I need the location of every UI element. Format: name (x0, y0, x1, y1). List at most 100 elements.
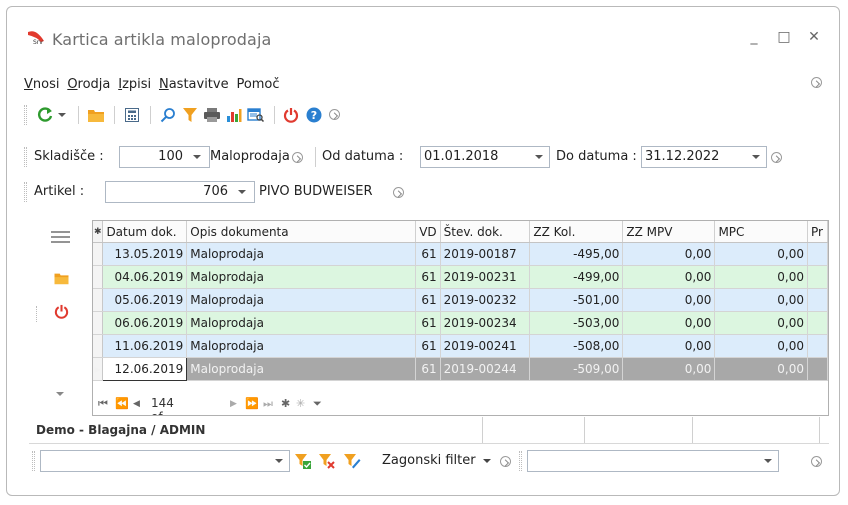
cell-doc-number[interactable]: 2019-00187 (440, 242, 531, 266)
cell-pr[interactable] (807, 334, 828, 358)
prev-record-button[interactable]: ◀ (133, 399, 140, 409)
cell-description[interactable]: Maloprodaja (186, 288, 417, 312)
maximize-button[interactable]: □ (776, 29, 792, 45)
menu-izpisi[interactable]: Izpisi (118, 77, 151, 92)
table-row-selected[interactable]: ▶ 12.06.2019 Maloprodaja 61 2019-00244 -… (93, 357, 828, 381)
row-indicator[interactable] (93, 311, 104, 335)
cell-description[interactable]: Maloprodaja (186, 242, 417, 266)
warehouse-lookup-icon[interactable] (292, 152, 303, 163)
minimize-button[interactable]: _ (746, 29, 762, 45)
cell-vd[interactable]: 61 (415, 334, 441, 358)
row-indicator[interactable] (93, 242, 104, 266)
cell-mpc[interactable]: 0,00 (714, 311, 808, 335)
cell-pr[interactable] (807, 242, 828, 266)
column-header-zz-mpv[interactable]: ZZ MPV (622, 221, 716, 243)
cell-zz-kol[interactable]: -503,00 (529, 311, 624, 335)
cell-pr[interactable] (807, 311, 828, 335)
column-header-description[interactable]: Opis dokumenta (186, 221, 417, 243)
cell-description[interactable]: Maloprodaja (186, 311, 417, 335)
cell-pr[interactable] (807, 357, 828, 381)
cell-date[interactable]: 04.06.2019 (102, 265, 188, 289)
column-header-zz-kol[interactable]: ZZ Kol. (529, 221, 624, 243)
cell-vd[interactable]: 61 (415, 357, 441, 381)
cell-zz-mpv[interactable]: 0,00 (622, 265, 716, 289)
cell-date[interactable]: 13.05.2019 (102, 242, 188, 266)
last-record-button[interactable]: ⏭ (263, 397, 273, 411)
table-row[interactable]: 04.06.2019 Maloprodaja 61 2019-00231 -49… (93, 265, 828, 289)
power-icon[interactable] (54, 304, 69, 319)
cell-zz-kol[interactable]: -508,00 (529, 334, 624, 358)
filter-icon[interactable]: ⏷ (313, 397, 322, 411)
cell-mpc[interactable]: 0,00 (714, 288, 808, 312)
column-header-date[interactable]: Datum dok. (102, 221, 188, 243)
edit-filter-icon[interactable] (343, 453, 361, 469)
cell-date[interactable]: 05.06.2019 (102, 288, 188, 312)
date-to-picker[interactable]: 31.12.2022 (641, 146, 767, 168)
exit-button[interactable] (280, 104, 302, 126)
cell-pr[interactable] (807, 288, 828, 312)
cell-mpc[interactable]: 0,00 (714, 357, 808, 381)
search-button[interactable] (157, 104, 179, 126)
warehouse-select[interactable]: 100 (119, 146, 210, 168)
side-panel-dropdown-icon[interactable] (56, 392, 64, 396)
calculator-button[interactable] (121, 104, 143, 126)
menu-expand-icon[interactable] (811, 77, 822, 88)
row-indicator[interactable] (93, 288, 104, 312)
cell-description[interactable]: Maloprodaja (186, 334, 417, 358)
cell-vd[interactable]: 61 (415, 288, 441, 312)
append-record-button[interactable]: ✱ (281, 397, 290, 410)
secondary-select[interactable] (527, 450, 779, 472)
column-header-doc-number[interactable]: Štev. dok. (440, 221, 531, 243)
filter-expand-icon[interactable] (500, 456, 511, 467)
cell-description[interactable]: Maloprodaja (186, 357, 417, 381)
cell-pr[interactable] (807, 265, 828, 289)
cell-mpc[interactable]: 0,00 (714, 265, 808, 289)
chevron-down-icon[interactable] (483, 459, 491, 463)
hamburger-menu-icon[interactable] (51, 230, 71, 244)
menu-pomoc[interactable]: Pomoč (236, 77, 279, 92)
clear-filter-icon[interactable] (318, 453, 336, 469)
refresh-dropdown[interactable] (57, 104, 67, 126)
open-button[interactable] (85, 104, 107, 126)
grid-corner-asterisk[interactable]: ✱ (93, 221, 104, 243)
cell-vd[interactable]: 61 (415, 265, 441, 289)
menu-nastavitve[interactable]: Nastavitve (159, 77, 229, 92)
column-header-vd[interactable]: VD (415, 221, 441, 243)
cell-zz-mpv[interactable]: 0,00 (622, 242, 716, 266)
cell-doc-number[interactable]: 2019-00232 (440, 288, 531, 312)
close-button[interactable]: ✕ (806, 29, 822, 45)
table-row[interactable]: 06.06.2019 Maloprodaja 61 2019-00234 -50… (93, 311, 828, 335)
prev-page-button[interactable]: ⏪ (115, 397, 129, 410)
cell-description[interactable]: Maloprodaja (186, 265, 417, 289)
toolbar-expand-icon[interactable] (329, 109, 340, 120)
cell-date[interactable]: 12.06.2019 (102, 357, 188, 381)
edit-record-button[interactable]: ✳ (296, 397, 305, 410)
refresh-button[interactable] (34, 104, 56, 126)
table-row[interactable]: 05.06.2019 Maloprodaja 61 2019-00232 -50… (93, 288, 828, 312)
row-indicator-current[interactable]: ▶ (93, 357, 104, 381)
filter-button[interactable] (179, 104, 201, 126)
article-select[interactable]: 706 (105, 181, 255, 203)
column-header-mpc[interactable]: MPC (714, 221, 808, 243)
cell-date[interactable]: 06.06.2019 (102, 311, 188, 335)
cell-doc-number[interactable]: 2019-00234 (440, 311, 531, 335)
report-preview-button[interactable] (245, 104, 267, 126)
cell-zz-kol[interactable]: -499,00 (529, 265, 624, 289)
table-row[interactable]: 13.05.2019 Maloprodaja 61 2019-00187 -49… (93, 242, 828, 266)
cell-doc-number[interactable]: 2019-00231 (440, 265, 531, 289)
menu-vnosi[interactable]: Vnosi (24, 77, 59, 92)
cell-doc-number[interactable]: 2019-00244 (440, 357, 531, 381)
print-button[interactable] (201, 104, 223, 126)
filter-select[interactable] (40, 450, 290, 472)
cell-vd[interactable]: 61 (415, 311, 441, 335)
first-record-button[interactable]: ⏮ (98, 397, 108, 411)
row-indicator[interactable] (93, 265, 104, 289)
folder-icon[interactable] (53, 271, 70, 285)
cell-mpc[interactable]: 0,00 (714, 334, 808, 358)
apply-filter-icon[interactable] (294, 453, 312, 469)
chart-button[interactable] (223, 104, 245, 126)
cell-mpc[interactable]: 0,00 (714, 242, 808, 266)
cell-zz-mpv[interactable]: 0,00 (622, 357, 716, 381)
row-indicator[interactable] (93, 334, 104, 358)
cell-zz-mpv[interactable]: 0,00 (622, 311, 716, 335)
